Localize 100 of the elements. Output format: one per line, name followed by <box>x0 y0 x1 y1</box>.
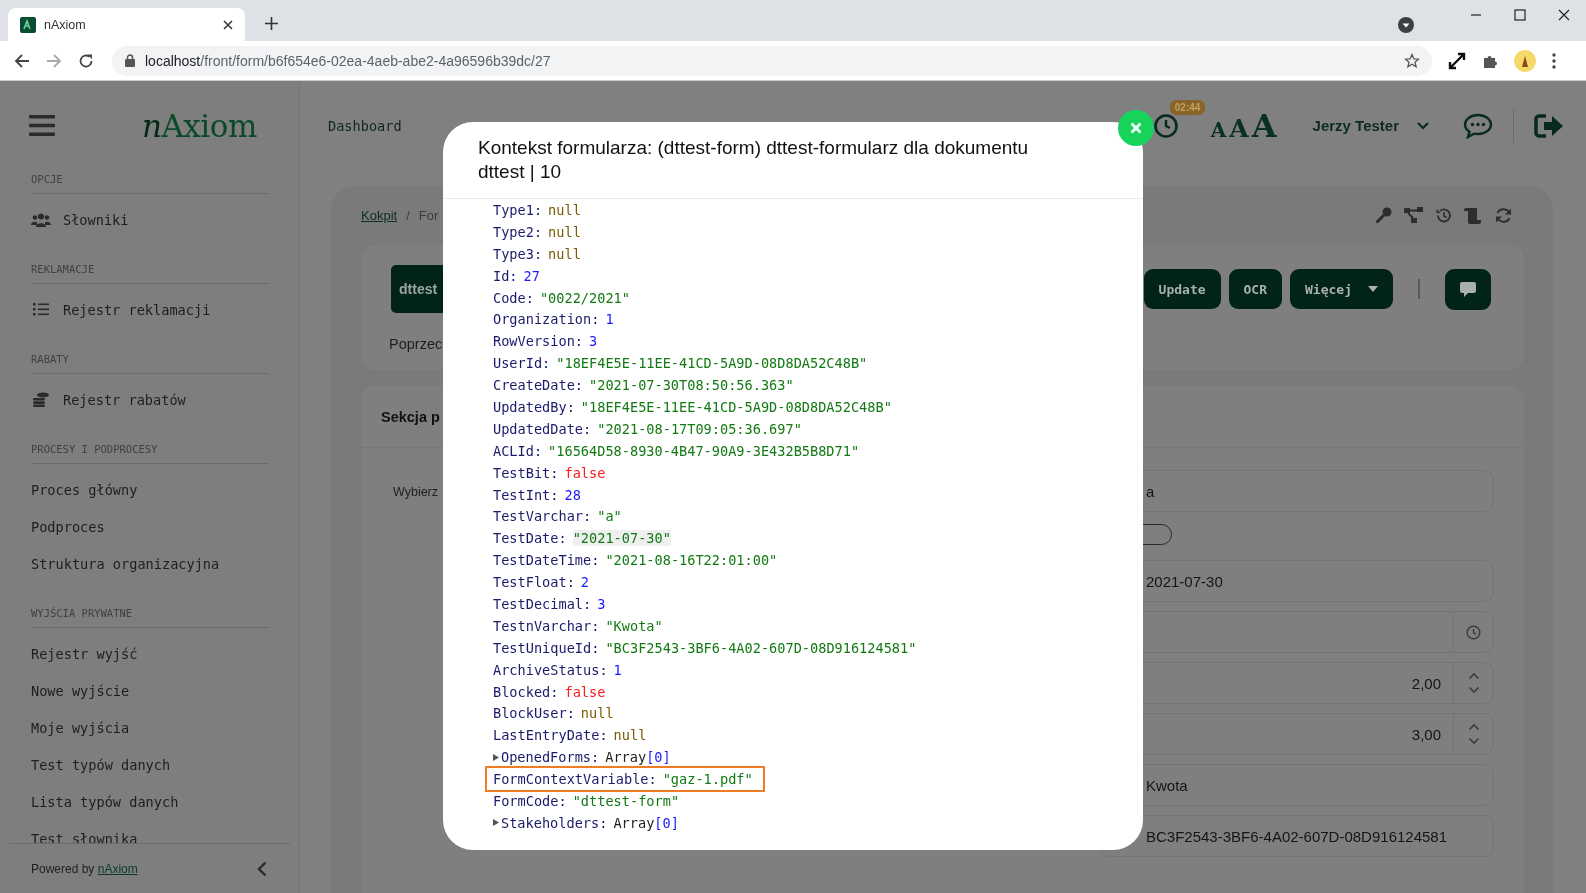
menu-icon[interactable] <box>29 115 55 136</box>
tab-title: nAxiom <box>44 17 87 32</box>
property-key: Code: <box>493 289 534 306</box>
close-window-icon[interactable] <box>1558 8 1570 21</box>
scroll-icon[interactable] <box>1464 207 1483 224</box>
property-value: 1 <box>613 661 622 678</box>
nav-item[interactable]: Nowe wyjście <box>31 672 269 709</box>
history-clock-icon[interactable] <box>1152 112 1179 139</box>
timer-badge: 02:44 <box>1169 99 1206 115</box>
nav-item[interactable]: Struktura organizacyjna <box>31 545 269 582</box>
nav-item[interactable]: Proces główny <box>31 471 269 508</box>
property-value: null <box>580 705 614 722</box>
breadcrumb-separator: / <box>406 208 410 223</box>
property-key: TestInt: <box>493 486 559 503</box>
spinner-arrows-icon[interactable] <box>1467 672 1480 694</box>
nav-item[interactable]: Moje wyjścia <box>31 709 269 746</box>
property-key: RowVersion: <box>493 333 584 350</box>
maximize-icon[interactable] <box>1514 8 1526 21</box>
section-heading: OPCJE <box>31 172 269 194</box>
font-size-button[interactable]: A <box>1251 106 1277 145</box>
back-icon[interactable] <box>14 52 30 69</box>
sitemap-icon[interactable] <box>1404 207 1423 224</box>
chat-icon[interactable] <box>1463 112 1493 139</box>
address-bar[interactable]: localhost/front/form/b6f654e6-02ea-4aeb-abe2-4a96596b39dc/27 <box>112 45 1432 76</box>
nav-item[interactable]: Rejestr rabatów <box>31 381 269 418</box>
property-key: FormContextVariable: <box>493 771 657 788</box>
font-size-button[interactable]: A <box>1210 117 1227 142</box>
property-value: 27 <box>523 267 540 284</box>
property-value: "18EF4E5E-11EE-41CD-5A9D-08D8DA52C48B" <box>580 398 892 415</box>
breadcrumb-item: For <box>418 208 439 223</box>
property-key: TestFloat: <box>493 574 575 591</box>
nav-item[interactable]: Podproces <box>31 508 269 545</box>
property-key[interactable]: OpenedForms: <box>501 749 600 766</box>
property-key: TestDate: <box>493 530 567 547</box>
property-value: 1 <box>605 311 614 328</box>
property-key: BlockUser: <box>493 705 575 722</box>
property-value: "2021-07-30T08:50:56.363" <box>589 377 794 394</box>
powered-by-text: Powered by nAxiom <box>31 861 138 876</box>
property-value: 3 <box>597 595 606 612</box>
logout-icon[interactable] <box>1534 112 1564 139</box>
property-key: UpdatedBy: <box>493 398 575 415</box>
lock-icon <box>125 54 135 67</box>
property-value: 28 <box>564 486 581 503</box>
property-value: "2021-08-17T09:05:36.697" <box>597 420 802 437</box>
property-value: "Kwota" <box>605 617 663 634</box>
property-value: 2 <box>580 574 590 591</box>
close-tab-icon[interactable] <box>223 19 233 30</box>
property-value: "16564D58-8930-4B47-90A9-3E432B5B8D71" <box>548 442 860 459</box>
user-menu[interactable]: Jerzy Tester <box>1312 117 1429 134</box>
close-button[interactable] <box>1118 110 1154 146</box>
collapse-sidebar-icon[interactable] <box>257 860 267 877</box>
reload-icon[interactable] <box>78 52 94 69</box>
history-icon[interactable] <box>1435 207 1452 224</box>
comment-button[interactable] <box>1445 268 1491 310</box>
spinner-arrows-icon[interactable] <box>1467 723 1480 745</box>
expand-triangle-icon[interactable] <box>493 819 499 827</box>
property-key[interactable]: Stakeholders: <box>501 814 608 831</box>
field-label: Wybierz <box>393 485 439 499</box>
expand-arrows-icon[interactable] <box>1448 51 1466 70</box>
property-key: ACLId: <box>493 442 543 459</box>
property-key: TestUniqueId: <box>493 639 600 656</box>
dashboard-link[interactable]: Dashboard <box>328 117 402 134</box>
previous-label: Poprzec <box>389 335 443 354</box>
nav-item[interactable]: Test słownika <box>31 820 269 843</box>
profile-avatar[interactable] <box>1514 49 1536 72</box>
property-value: false <box>564 683 606 700</box>
property-value: "BC3F2543-3BF6-4A02-607D-08D916124581" <box>605 639 917 656</box>
property-value: "0022/2021" <box>539 289 630 306</box>
close-icon <box>1130 122 1142 134</box>
property-key: UserId: <box>493 355 551 372</box>
app-favicon <box>20 16 36 33</box>
property-key: Type1: <box>493 201 543 218</box>
nav-item[interactable]: Słowniki <box>31 201 269 238</box>
nav-item[interactable]: Rejestr wyjść <box>31 635 269 672</box>
browser-tab[interactable]: nAxiom <box>8 8 245 41</box>
powered-by-link[interactable]: nAxiom <box>97 861 138 876</box>
expand-triangle-icon[interactable] <box>493 753 499 761</box>
bookmark-star-icon[interactable] <box>1404 52 1420 69</box>
new-tab-icon[interactable] <box>265 17 278 30</box>
action-button[interactable]: Update <box>1143 269 1221 309</box>
key-icon[interactable] <box>1375 207 1392 224</box>
property-value: "gaz-1.pdf" <box>662 771 753 788</box>
nav-item[interactable]: Lista typów danych <box>31 783 269 820</box>
action-button[interactable]: OCR <box>1228 269 1283 309</box>
refresh-icon[interactable] <box>1495 207 1512 224</box>
breadcrumb-item[interactable]: Kokpit <box>361 208 398 223</box>
kebab-menu-icon[interactable] <box>1552 52 1556 69</box>
nav-item[interactable]: Test typów danych <box>31 746 269 783</box>
property-value: null <box>548 245 581 262</box>
property-value: "2021-07-30" <box>572 530 671 547</box>
property-value: Array[0] <box>613 814 679 831</box>
nav-item[interactable]: Rejestr reklamacji <box>31 291 269 328</box>
property-key: Type3: <box>493 245 543 262</box>
font-size-button[interactable]: A <box>1229 113 1249 143</box>
property-key: Organization: <box>493 311 600 328</box>
section-heading: REKLAMACJE <box>31 262 269 284</box>
property-key: ArchiveStatus: <box>493 661 608 678</box>
tab-search-icon[interactable] <box>1398 16 1414 33</box>
property-key: TestBit: <box>493 464 559 481</box>
action-button[interactable]: Więcej <box>1290 269 1393 309</box>
